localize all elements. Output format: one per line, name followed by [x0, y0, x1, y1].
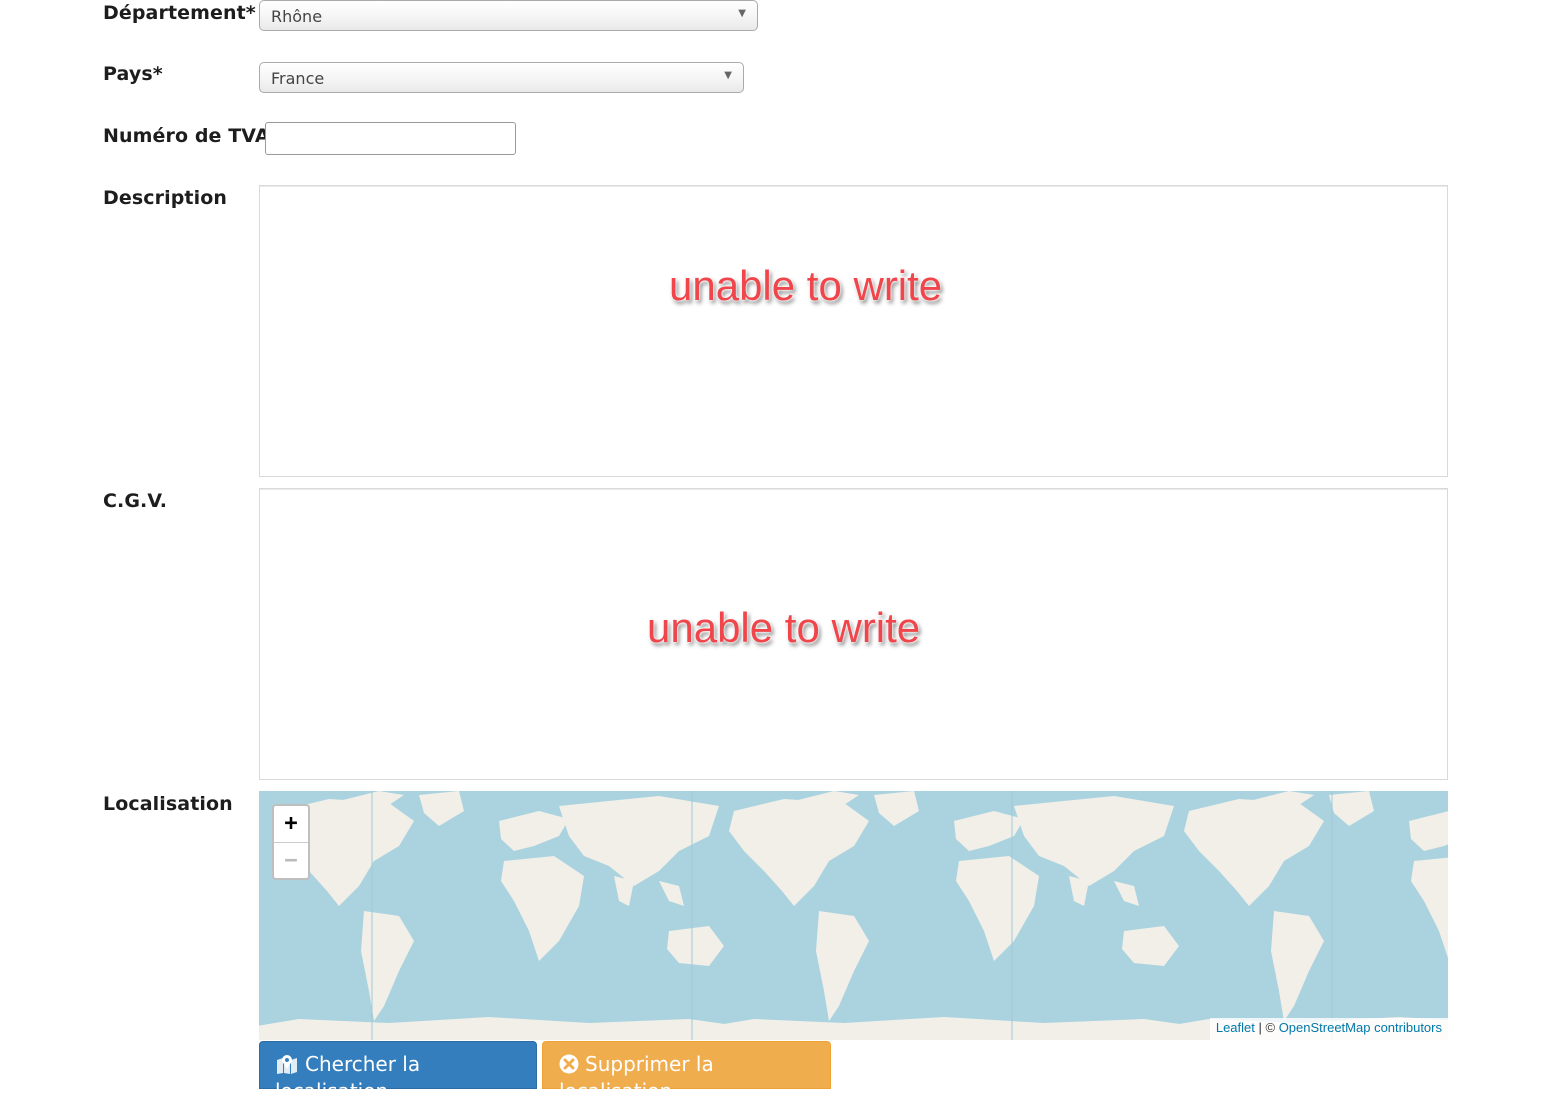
- departement-value: Rhône: [271, 7, 323, 26]
- map-marker-icon: [275, 1054, 299, 1079]
- zoom-in-button[interactable]: +: [274, 806, 308, 843]
- departement-select[interactable]: Rhône ▼: [259, 0, 758, 31]
- pays-value: France: [271, 69, 325, 88]
- delete-location-button[interactable]: Supprimer la localisation: [542, 1041, 831, 1103]
- osm-link[interactable]: OpenStreetMap contributors: [1279, 1020, 1442, 1035]
- map-attribution: Leaflet | © OpenStreetMap contributors: [1209, 1018, 1448, 1040]
- cgv-label: C.G.V.: [103, 490, 168, 512]
- tva-label: Numéro de TVA: [103, 125, 270, 147]
- tva-input[interactable]: [265, 122, 516, 155]
- zoom-control: + −: [272, 804, 310, 880]
- map[interactable]: + − Leaflet | © OpenStreetMap contributo…: [259, 791, 1448, 1040]
- attribution-separator: | ©: [1254, 1020, 1279, 1035]
- world-map-tiles: [259, 791, 1448, 1040]
- description-label: Description: [103, 187, 227, 209]
- search-location-button[interactable]: Chercher la localisation: [259, 1041, 537, 1103]
- cgv-annotation: unable to write: [647, 604, 921, 651]
- times-circle-icon: [559, 1054, 579, 1079]
- zoom-out-button[interactable]: −: [274, 843, 308, 878]
- pays-label: Pays*: [103, 63, 163, 85]
- description-annotation: unable to write: [669, 262, 943, 309]
- chevron-down-icon: ▼: [738, 8, 746, 19]
- chevron-down-icon: ▼: [724, 70, 732, 81]
- description-editor[interactable]: unable to write: [259, 185, 1448, 477]
- cgv-editor[interactable]: unable to write: [259, 488, 1448, 780]
- delete-location-label: Supprimer la localisation: [559, 1052, 714, 1103]
- departement-label: Département*: [103, 2, 256, 24]
- localisation-label: Localisation: [103, 793, 233, 815]
- leaflet-link[interactable]: Leaflet: [1216, 1020, 1255, 1035]
- pays-select[interactable]: France ▼: [259, 62, 744, 93]
